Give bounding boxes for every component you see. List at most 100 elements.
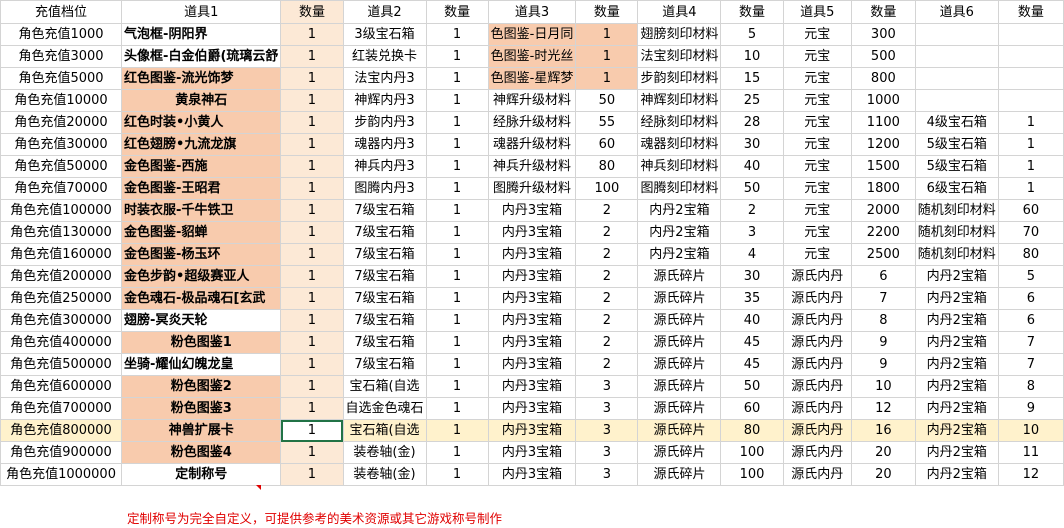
table-cell[interactable]: 1 bbox=[425, 45, 489, 68]
table-cell[interactable]: 6 bbox=[850, 265, 916, 288]
table-cell[interactable]: 金色步韵•超级赛亚人 bbox=[121, 265, 282, 288]
table-cell[interactable]: 步韵内丹3 bbox=[342, 111, 427, 134]
table-cell[interactable]: 内丹3宝箱 bbox=[487, 287, 577, 310]
table-cell[interactable]: 神辉刻印材料 bbox=[637, 89, 722, 112]
table-cell[interactable]: 元宝 bbox=[782, 199, 852, 222]
table-cell[interactable]: 1 bbox=[280, 375, 344, 398]
table-cell[interactable]: 源氏内丹 bbox=[782, 375, 852, 398]
table-cell[interactable]: 1 bbox=[280, 309, 344, 332]
table-cell[interactable]: 1 bbox=[280, 67, 344, 90]
table-cell[interactable]: 魂器升级材料 bbox=[487, 133, 577, 156]
table-cell[interactable]: 内丹3宝箱 bbox=[487, 221, 577, 244]
column-header[interactable]: 道具6 bbox=[914, 0, 999, 24]
table-cell[interactable]: 16 bbox=[850, 419, 916, 442]
table-cell[interactable]: 80 bbox=[997, 243, 1064, 266]
table-cell[interactable]: 1 bbox=[280, 89, 344, 112]
table-cell[interactable]: 7 bbox=[997, 353, 1064, 376]
table-cell[interactable]: 内丹3宝箱 bbox=[487, 331, 577, 354]
table-cell[interactable]: 1 bbox=[425, 375, 489, 398]
table-cell[interactable]: 1 bbox=[280, 287, 344, 310]
table-cell[interactable]: 金色图鉴-西施 bbox=[121, 155, 282, 178]
table-cell[interactable]: 元宝 bbox=[782, 23, 852, 46]
table-cell[interactable]: 1200 bbox=[850, 133, 916, 156]
table-cell[interactable]: 2 bbox=[720, 199, 784, 222]
table-cell[interactable]: 内丹3宝箱 bbox=[487, 243, 577, 266]
table-cell[interactable]: 1 bbox=[425, 331, 489, 354]
table-cell[interactable]: 1 bbox=[280, 441, 344, 464]
column-header[interactable]: 数量 bbox=[575, 0, 639, 24]
table-cell[interactable]: 1 bbox=[425, 353, 489, 376]
table-cell[interactable]: 元宝 bbox=[782, 133, 852, 156]
table-cell[interactable]: 神辉升级材料 bbox=[487, 89, 577, 112]
table-cell[interactable]: 7级宝石箱 bbox=[342, 309, 427, 332]
table-cell[interactable]: 粉色图鉴4 bbox=[121, 441, 282, 464]
table-cell[interactable]: 源氏内丹 bbox=[782, 419, 852, 442]
table-cell[interactable]: 内丹2宝箱 bbox=[914, 331, 999, 354]
table-cell[interactable]: 10 bbox=[850, 375, 916, 398]
table-cell[interactable]: 元宝 bbox=[782, 67, 852, 90]
table-cell[interactable]: 28 bbox=[720, 111, 784, 134]
table-cell[interactable]: 45 bbox=[720, 331, 784, 354]
column-header[interactable]: 道具3 bbox=[487, 0, 577, 24]
table-cell[interactable]: 3 bbox=[575, 375, 639, 398]
table-cell[interactable]: 5级宝石箱 bbox=[914, 155, 999, 178]
table-cell[interactable]: 12 bbox=[850, 397, 916, 420]
table-cell[interactable]: 角色充值1000 bbox=[0, 23, 123, 46]
table-cell[interactable]: 金色图鉴-王昭君 bbox=[121, 177, 282, 200]
table-cell[interactable]: 7级宝石箱 bbox=[342, 199, 427, 222]
table-cell[interactable]: 角色充值130000 bbox=[0, 221, 123, 244]
table-cell[interactable]: 1 bbox=[425, 265, 489, 288]
table-cell[interactable]: 角色充值250000 bbox=[0, 287, 123, 310]
table-cell[interactable]: 1 bbox=[280, 45, 344, 68]
table-cell[interactable]: 宝石箱(自选 bbox=[342, 375, 427, 398]
table-cell[interactable]: 20 bbox=[850, 441, 916, 464]
column-header[interactable]: 充值档位 bbox=[0, 0, 123, 24]
table-cell[interactable]: 源氏碎片 bbox=[637, 419, 722, 442]
table-cell[interactable]: 3 bbox=[575, 419, 639, 442]
table-cell[interactable]: 时装衣服-千牛铁卫 bbox=[121, 199, 282, 222]
table-cell[interactable]: 红色翅膀•九流龙旗 bbox=[121, 133, 282, 156]
table-cell[interactable]: 2 bbox=[575, 221, 639, 244]
table-cell[interactable]: 红装兑换卡 bbox=[342, 45, 427, 68]
table-cell[interactable]: 100 bbox=[575, 177, 639, 200]
table-cell[interactable]: 2500 bbox=[850, 243, 916, 266]
table-cell[interactable]: 1 bbox=[280, 177, 344, 200]
table-cell[interactable]: 内丹2宝箱 bbox=[914, 441, 999, 464]
table-cell[interactable]: 角色充值5000 bbox=[0, 67, 123, 90]
table-cell[interactable]: 40 bbox=[720, 155, 784, 178]
table-cell[interactable]: 1 bbox=[425, 155, 489, 178]
table-cell[interactable]: 8 bbox=[997, 375, 1064, 398]
table-cell[interactable] bbox=[997, 67, 1064, 90]
table-cell[interactable]: 元宝 bbox=[782, 155, 852, 178]
table-cell[interactable]: 800 bbox=[850, 67, 916, 90]
table-cell[interactable]: 5级宝石箱 bbox=[914, 133, 999, 156]
table-cell[interactable]: 2 bbox=[575, 331, 639, 354]
table-cell[interactable]: 神辉内丹3 bbox=[342, 89, 427, 112]
table-cell[interactable]: 1 bbox=[425, 441, 489, 464]
table-cell[interactable]: 1 bbox=[280, 243, 344, 266]
table-cell[interactable]: 40 bbox=[720, 309, 784, 332]
table-cell[interactable]: 30 bbox=[720, 265, 784, 288]
table-cell[interactable]: 1 bbox=[425, 177, 489, 200]
table-cell[interactable]: 1 bbox=[997, 155, 1064, 178]
table-cell[interactable]: 源氏碎片 bbox=[637, 331, 722, 354]
table-cell[interactable]: 源氏内丹 bbox=[782, 309, 852, 332]
table-cell[interactable]: 1 bbox=[575, 23, 639, 46]
table-cell[interactable]: 3 bbox=[575, 441, 639, 464]
table-cell[interactable]: 源氏内丹 bbox=[782, 353, 852, 376]
table-cell[interactable]: 翅膀-冥炎天轮 bbox=[121, 309, 282, 332]
table-cell[interactable]: 7 bbox=[997, 331, 1064, 354]
table-cell[interactable]: 4 bbox=[720, 243, 784, 266]
table-cell[interactable]: 1800 bbox=[850, 177, 916, 200]
table-cell[interactable]: 内丹2宝箱 bbox=[637, 243, 722, 266]
table-cell[interactable]: 12 bbox=[997, 463, 1064, 486]
table-cell[interactable]: 粉色图鉴1 bbox=[121, 331, 282, 354]
table-cell[interactable]: 1 bbox=[280, 111, 344, 134]
column-header[interactable]: 数量 bbox=[280, 0, 344, 24]
column-header[interactable]: 数量 bbox=[850, 0, 916, 24]
table-cell[interactable]: 3 bbox=[575, 397, 639, 420]
table-cell[interactable]: 60 bbox=[720, 397, 784, 420]
table-cell[interactable]: 1 bbox=[997, 133, 1064, 156]
table-cell[interactable]: 80 bbox=[720, 419, 784, 442]
table-cell[interactable]: 翅膀刻印材料 bbox=[637, 23, 722, 46]
